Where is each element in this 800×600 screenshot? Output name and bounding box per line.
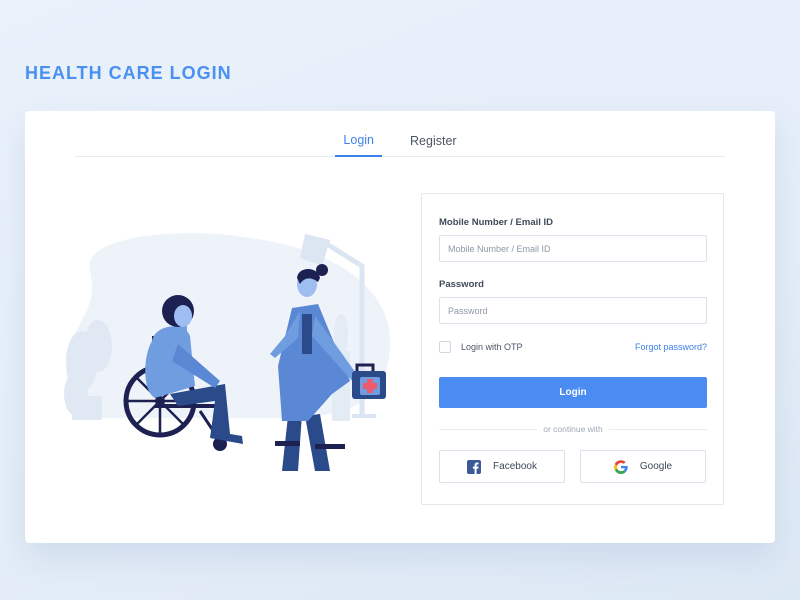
divider-line-right [608, 428, 708, 430]
page-title: HEALTH CARE LOGIN [25, 63, 232, 83]
login-form: Mobile Number / Email ID Password Login … [421, 193, 724, 505]
facebook-icon [467, 459, 482, 474]
otp-label: Login with OTP [461, 342, 523, 352]
facebook-label: Facebook [493, 461, 537, 472]
login-card: Login Register Mobile Number / Email ID … [25, 111, 775, 543]
forgot-password-link[interactable]: Forgot password? [635, 342, 707, 352]
google-label: Google [639, 461, 673, 472]
or-divider: or continue with [439, 424, 708, 434]
tab-bar: Login Register [75, 111, 725, 157]
google-button[interactable]: Google [580, 450, 706, 483]
divider-text: or continue with [543, 424, 603, 434]
tab-login[interactable]: Login [335, 133, 383, 157]
otp-row: Login with OTP Forgot password? [439, 340, 707, 354]
password-input[interactable] [439, 297, 707, 324]
facebook-button[interactable]: Facebook [439, 450, 565, 483]
username-label: Mobile Number / Email ID [439, 217, 554, 228]
login-button[interactable]: Login [439, 377, 707, 408]
username-input[interactable] [439, 235, 707, 262]
otp-checkbox[interactable] [439, 341, 451, 353]
password-label: Password [439, 279, 484, 290]
divider-line-left [439, 428, 538, 430]
tab-register[interactable]: Register [402, 134, 465, 156]
google-icon [613, 459, 628, 474]
healthcare-illustration [64, 233, 390, 471]
